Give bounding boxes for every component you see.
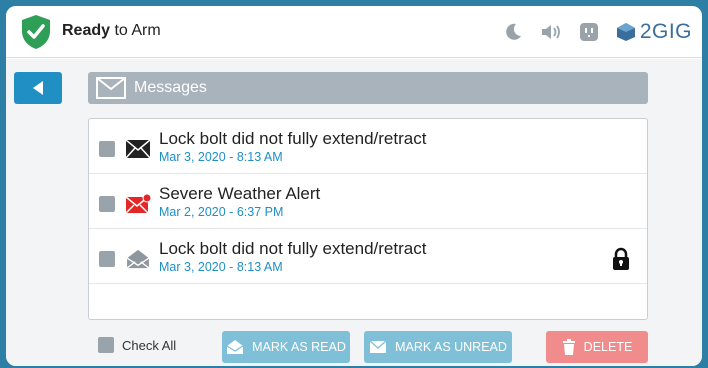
envelope-alert-icon [125,194,151,214]
trash-icon [562,339,575,355]
status-bold: Ready [62,22,111,39]
delete-button[interactable]: DELETE [546,331,648,363]
message-row[interactable]: Lock bolt did not fully extend/retract M… [89,229,647,284]
brand-cube-icon [616,23,635,41]
message-title: Lock bolt did not fully extend/retract [159,129,427,148]
shield-check-icon [22,15,50,49]
message-date: Mar 3, 2020 - 8:13 AM [159,150,283,164]
check-all-toggle[interactable]: Check All [98,337,176,353]
message-checkbox[interactable] [99,141,115,157]
lock-icon [613,247,629,270]
envelope-open-icon [126,249,150,269]
action-footer: Check All MARK AS READ MARK AS UNREAD DE… [6,329,702,365]
moon-icon[interactable] [502,21,524,43]
mark-as-unread-label: MARK AS UNREAD [395,340,507,354]
mark-as-read-label: MARK AS READ [252,340,346,354]
message-list: Lock bolt did not fully extend/retract M… [88,118,648,320]
brand-name: 2GIG [639,20,692,43]
message-title: Severe Weather Alert [159,184,321,203]
top-bar: Ready to Arm 2GIG [6,6,702,58]
message-row[interactable]: Severe Weather Alert Mar 2, 2020 - 6:37 … [89,174,647,229]
envelope-closed-icon [125,139,151,159]
envelope-icon [96,77,126,99]
envelope-closed-icon [369,340,387,353]
brand-logo: 2GIG [616,20,692,44]
check-all-label: Check All [122,337,177,353]
delete-label: DELETE [583,340,633,354]
messages-header: Messages [88,72,648,104]
message-date: Mar 3, 2020 - 8:13 AM [159,260,283,274]
message-date: Mar 2, 2020 - 6:37 PM [159,205,284,219]
message-row[interactable]: Lock bolt did not fully extend/retract M… [89,119,647,174]
message-title: Lock bolt did not fully extend/retract [159,239,427,258]
back-button[interactable] [14,72,62,104]
page-title: Messages [134,79,207,96]
status-rest: to Arm [110,22,161,39]
mark-as-read-button[interactable]: MARK AS READ [222,331,350,363]
speaker-icon[interactable] [540,21,562,43]
back-arrow-icon [33,81,43,95]
message-checkbox[interactable] [99,251,115,267]
envelope-open-icon [226,340,244,354]
messages-content: Messages Lock bolt did not fully extend/… [6,59,702,366]
message-checkbox[interactable] [99,196,115,212]
app-panel: Ready to Arm 2GIG Messages Lock bolt did… [6,6,702,366]
system-status: Ready to Arm [62,22,161,40]
mark-as-unread-button[interactable]: MARK AS UNREAD [364,331,512,363]
outlet-icon[interactable] [578,21,600,43]
top-icons: 2GIG [502,18,692,46]
check-all-checkbox[interactable] [98,337,114,353]
